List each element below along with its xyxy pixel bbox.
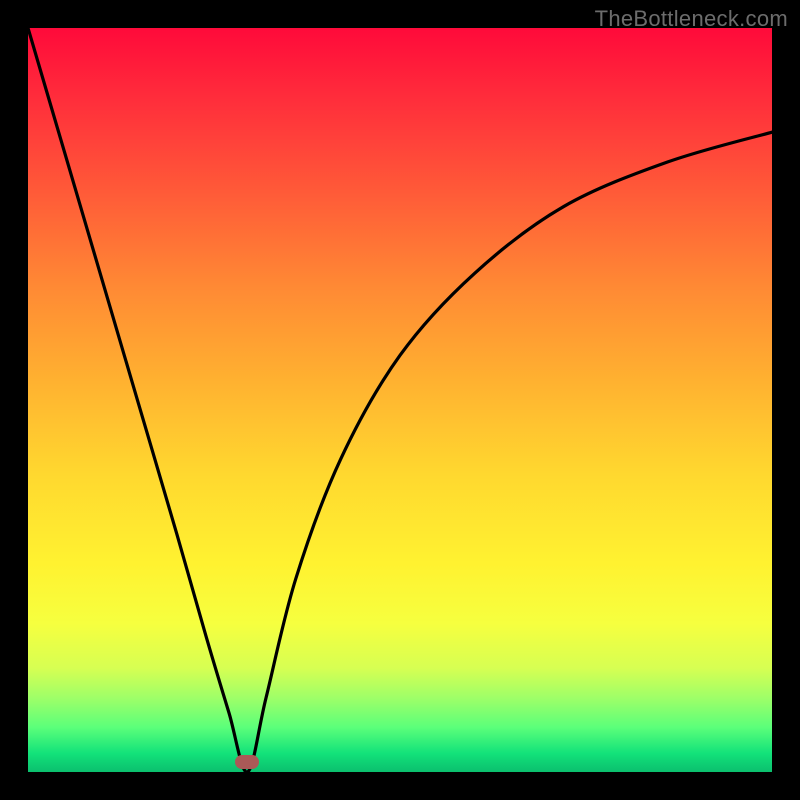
bottleneck-curve bbox=[28, 28, 772, 772]
chart-plot-area bbox=[28, 28, 772, 772]
optimum-marker bbox=[235, 755, 259, 769]
watermark-text: TheBottleneck.com bbox=[595, 6, 788, 32]
